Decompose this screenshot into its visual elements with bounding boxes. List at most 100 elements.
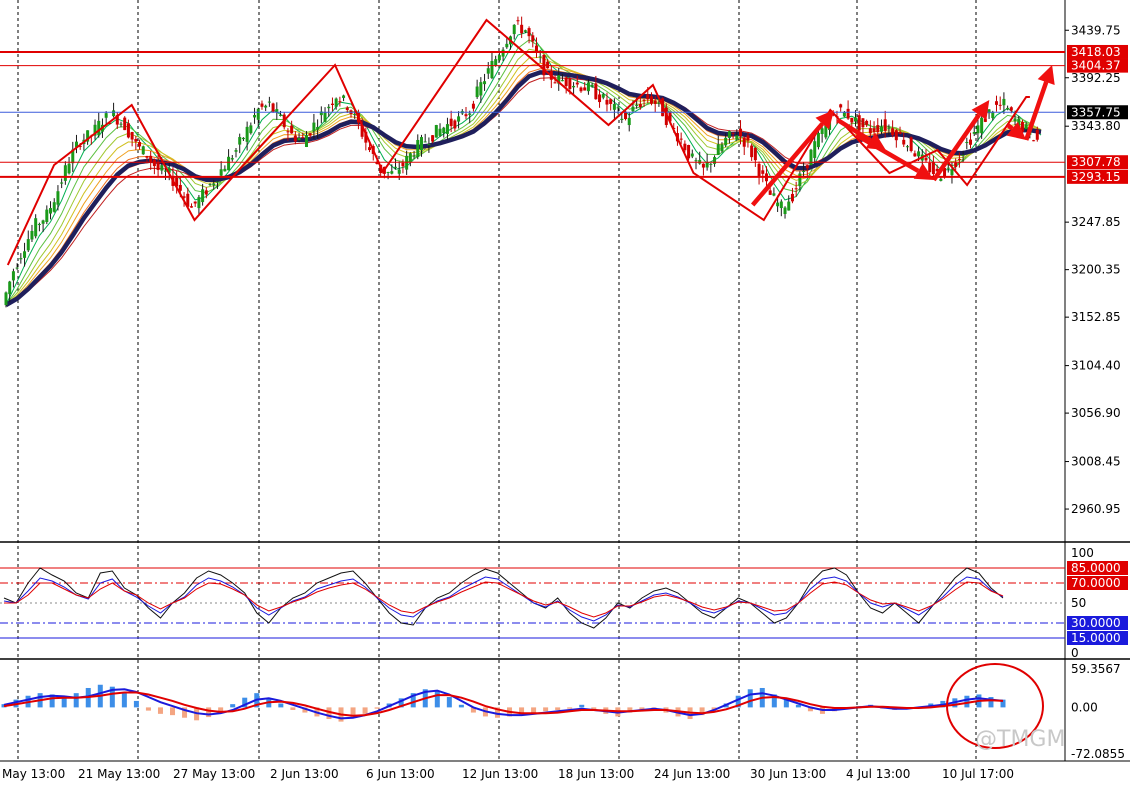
candle-body: [149, 155, 153, 162]
oscillator-level-label: 30.0000: [1071, 616, 1121, 630]
current-price-label: 3357.75: [1071, 105, 1121, 119]
price-tick-label: 3056.90: [1071, 406, 1121, 420]
candle-body: [453, 120, 457, 129]
candle-body: [683, 143, 687, 151]
candle-body: [227, 156, 231, 171]
ribbon-ma-line: [5, 56, 1042, 306]
candle-body: [994, 101, 998, 105]
candle-body: [687, 144, 691, 159]
candle-body: [913, 153, 917, 157]
candle-body: [178, 184, 182, 191]
oscillator-tick-label: 0: [1071, 646, 1079, 660]
candle-body: [475, 86, 479, 98]
candle-body: [546, 61, 550, 69]
candle-body: [998, 104, 1002, 106]
candle-body: [954, 162, 958, 167]
forecast-arrow-head: [1037, 65, 1055, 85]
candle-body: [564, 77, 568, 87]
candle-body: [241, 137, 245, 140]
candle-body: [753, 148, 757, 161]
candle-body: [419, 137, 423, 151]
candle-body: [905, 146, 909, 148]
candle-body: [427, 144, 431, 146]
candle-body: [727, 131, 731, 138]
candle-body: [490, 60, 494, 79]
candle-body: [520, 24, 524, 34]
candle-body: [312, 122, 316, 131]
candle-body: [26, 239, 30, 251]
candle-body: [308, 133, 312, 136]
candle-body: [238, 137, 242, 145]
macd-histogram-bar: [374, 707, 380, 709]
candle-body: [152, 159, 156, 167]
candle-body: [931, 162, 935, 175]
candle-body: [223, 168, 227, 172]
candle-body: [234, 150, 238, 152]
candle-body: [1032, 140, 1036, 142]
candle-body: [1024, 124, 1028, 130]
macd-histogram-bar: [61, 697, 67, 708]
candle-body: [805, 165, 809, 169]
candle-body: [37, 224, 41, 226]
candle-body: [67, 163, 71, 174]
candle-body: [449, 118, 453, 127]
candle-body: [126, 123, 130, 138]
candle-body: [271, 103, 275, 112]
candle-body: [601, 94, 605, 98]
oscillator-line: [3, 576, 1004, 622]
candle-body: [34, 218, 38, 237]
candle-body: [527, 28, 531, 37]
candle-body: [297, 138, 301, 141]
candle-body: [594, 83, 598, 100]
candle-body: [746, 135, 750, 141]
candle-body: [709, 163, 713, 165]
candle-body: [902, 139, 906, 145]
candle-body: [972, 132, 976, 134]
candle-body: [776, 202, 780, 207]
candle-body: [735, 135, 739, 140]
candle-body: [8, 281, 12, 295]
candle-body: [846, 108, 850, 119]
candle-body: [219, 169, 223, 176]
candle-body: [731, 132, 735, 134]
candle-body: [679, 138, 683, 140]
candle-body: [742, 137, 746, 147]
candle-body: [850, 117, 854, 123]
candle-body: [483, 81, 487, 85]
candle-body: [1002, 98, 1006, 106]
candle-body: [816, 133, 820, 148]
time-tick-label: 21 May 13:00: [78, 767, 160, 781]
candle-body: [761, 170, 765, 174]
candle-body: [705, 161, 709, 168]
candle-body: [598, 94, 602, 103]
watermark-logo: @TMGM: [975, 727, 1065, 752]
time-tick-label: 30 Jun 13:00: [750, 767, 826, 781]
candle-body: [534, 45, 538, 52]
price-tick-label: 3343.80: [1071, 119, 1121, 133]
candle-body: [772, 193, 776, 196]
candle-body: [193, 201, 197, 204]
candle-body: [468, 113, 472, 115]
candle-body: [787, 201, 791, 211]
candle-body: [950, 169, 954, 176]
candle-body: [779, 201, 783, 209]
candle-body: [431, 135, 435, 142]
candle-body: [809, 149, 813, 166]
candle-body: [798, 173, 802, 187]
candle-body: [245, 126, 249, 142]
candle-body: [694, 160, 698, 162]
candle-body: [397, 169, 401, 174]
candle-body: [690, 153, 694, 157]
forecast-arrow-head: [971, 100, 990, 120]
candle-body: [97, 120, 101, 136]
chart-canvas[interactable]: May 13:00 21 May 13:00 27 May 13:00 2 Jun 1…: [0, 0, 1130, 781]
candle-body: [408, 153, 412, 163]
candle-body: [390, 171, 394, 174]
price-tick-label: 3008.45: [1071, 455, 1121, 469]
candle-body: [976, 125, 980, 134]
candle-body: [590, 84, 594, 87]
candle-body: [279, 114, 283, 116]
oscillator-level-label: 85.0000: [1071, 561, 1121, 575]
candle-body: [868, 128, 872, 134]
price-tick-label: 3247.85: [1071, 215, 1121, 229]
